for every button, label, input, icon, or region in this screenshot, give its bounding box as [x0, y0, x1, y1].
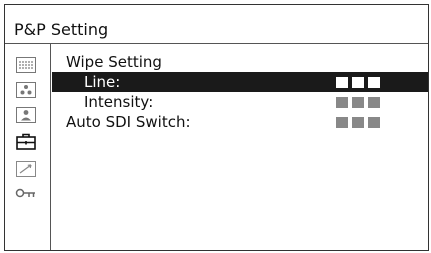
page-title: P&P Setting — [14, 20, 109, 39]
value-square — [368, 77, 380, 88]
value-square — [336, 97, 348, 108]
category-sidebar — [5, 44, 51, 250]
value-square — [336, 77, 348, 88]
menu-item-auto-sdi-switch[interactable]: Auto SDI Switch: — [52, 112, 428, 132]
menu-item-wipe-setting[interactable]: Wipe Setting — [52, 52, 428, 72]
menu-item-label: Auto SDI Switch: — [66, 113, 191, 131]
menu-item-label: Intensity: — [84, 93, 154, 111]
settings-panel: Wipe Setting Line: Intensity: Auto SDI S… — [52, 44, 428, 250]
value-square — [336, 117, 348, 128]
key-icon[interactable] — [15, 185, 37, 203]
menu-item-intensity[interactable]: Intensity: — [52, 92, 428, 112]
menu-item-label: Line: — [84, 73, 121, 91]
auto-sdi-switch-value-indicator — [336, 117, 380, 128]
value-square — [352, 97, 364, 108]
value-square — [352, 117, 364, 128]
grid-dots-icon[interactable] — [15, 56, 37, 74]
menu-item-label: Wipe Setting — [66, 53, 162, 71]
line-value-indicator — [336, 77, 380, 88]
pen-icon[interactable] — [15, 160, 37, 178]
person-icon[interactable] — [15, 106, 37, 124]
value-square — [368, 117, 380, 128]
toolbox-icon[interactable] — [15, 132, 37, 150]
value-square — [352, 77, 364, 88]
intensity-value-indicator — [336, 97, 380, 108]
value-square — [368, 97, 380, 108]
camera-pair-icon[interactable] — [15, 81, 37, 99]
menu-item-line[interactable]: Line: — [52, 72, 428, 92]
